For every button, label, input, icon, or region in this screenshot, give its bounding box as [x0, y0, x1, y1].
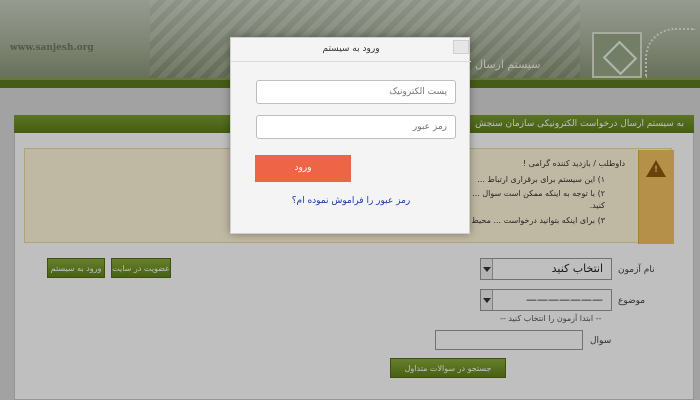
login-modal: ورود به سیستم ورود رمز عبور را فراموش نم… [230, 37, 471, 234]
close-icon[interactable] [453, 40, 469, 54]
forgot-password-link[interactable]: رمز عبور را فراموش نموده ام؟ [231, 196, 471, 206]
email-field[interactable] [256, 80, 456, 104]
password-field[interactable] [256, 115, 456, 139]
modal-title: ورود به سیستم [322, 44, 380, 54]
login-button[interactable]: ورود [255, 155, 351, 182]
modal-divider [231, 61, 471, 62]
